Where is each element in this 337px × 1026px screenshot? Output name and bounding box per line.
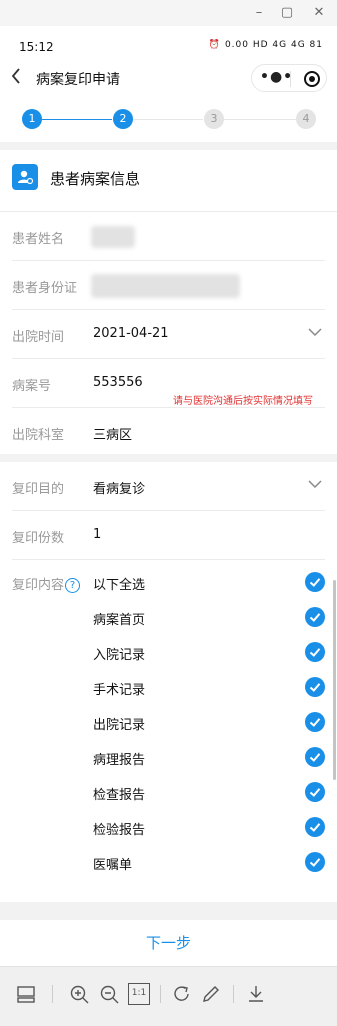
step-2: 2 [113,109,133,129]
copy-purpose-label: 复印目的 [12,482,65,497]
copy-purpose-value: 看病复诊 [93,482,146,497]
checkbox-checked-icon[interactable] [305,642,325,662]
checkbox-checked-icon[interactable] [305,677,325,697]
patient-id-label: 患者身份证 [12,281,78,296]
maximize-icon[interactable]: ▢ [278,4,296,22]
copy-item-label: 医嘱单 [93,858,133,873]
checkbox-checked-icon[interactable] [305,852,325,872]
select-all-label: 以下全选 [93,578,146,593]
copy-item-label: 出院记录 [93,718,146,733]
copy-count-row[interactable]: 复印份数 1 [0,511,337,560]
copy-item-row[interactable]: 检验报告 [0,811,337,846]
checkbox-checked-icon[interactable] [305,572,325,592]
patient-card-icon [12,164,38,190]
copy-item-row[interactable]: 手术记录 [0,671,337,706]
copy-item-label: 手术记录 [93,683,146,698]
chevron-down-icon[interactable] [307,476,323,492]
checkbox-checked-icon[interactable] [305,782,325,802]
copy-item-row[interactable]: 入院记录 [0,636,337,671]
zoom-out-icon[interactable] [98,983,120,1005]
chevron-left-icon[interactable] [10,67,22,90]
minimize-icon[interactable]: – [250,4,268,22]
actual-size-icon[interactable]: 1:1 [128,983,150,1005]
step-4: 4 [296,109,316,129]
copy-item-row[interactable]: 出院记录 [0,706,337,741]
copy-item-label: 检查报告 [93,788,146,803]
patient-id-row: 患者身份证 [0,261,337,310]
next-step-button[interactable]: 下一步 [0,920,337,966]
copy-count-value[interactable]: 1 [93,527,101,542]
page-title: 病案复印申请 [36,72,120,88]
copy-item-label: 病理报告 [93,753,146,768]
close-window-icon[interactable]: ✕ [310,4,328,22]
edit-pen-icon[interactable] [200,983,222,1005]
more-dots-icon[interactable]: •●• [260,69,293,85]
mini-program-capsule: •●• [251,64,327,92]
copy-item-row[interactable]: 医嘱单 [0,846,337,881]
discharge-time-row[interactable]: 出院时间 2021-04-21 [0,310,337,359]
toolbar-divider [233,985,234,1003]
step-line-3 [224,119,296,120]
patient-name-row: 患者姓名 [0,212,337,261]
copy-item-row[interactable]: 病理报告 [0,741,337,776]
toolbar-divider [160,985,161,1003]
checkbox-checked-icon[interactable] [305,712,325,732]
status-bar: 15:12 ⏰ 0.00 HD 4G 4G 81 [0,26,337,60]
step-line-2 [133,119,203,120]
copy-item-row[interactable]: 病案首页 [0,601,337,636]
department-value: 三病区 [93,428,133,443]
status-time: 15:12 [19,40,54,54]
progress-stepper: 1 2 3 4 [0,96,337,142]
copy-item-label: 检验报告 [93,823,146,838]
discharge-time-label: 出院时间 [12,330,65,345]
checkbox-checked-icon[interactable] [305,747,325,767]
rotate-icon[interactable] [171,983,193,1005]
scrollbar[interactable] [333,580,336,780]
copy-purpose-row[interactable]: 复印目的 看病复诊 [0,462,337,511]
record-number-note: 请与医院沟通后按实际情况填写 [173,396,313,407]
row-divider [12,559,325,560]
patient-info-card: 患者病案信息 患者姓名 患者身份证 出院时间 2021-04-21 病案号 55… [0,150,337,454]
record-number-value: 553556 [93,375,143,390]
checkbox-checked-icon[interactable] [305,607,325,627]
layout-icon[interactable] [15,983,37,1005]
patient-id-blurred [91,274,240,298]
step-line-1 [42,119,112,120]
copy-request-card: 复印目的 看病复诊 复印份数 1 复印内容? 以下全选 病案首页 入院记录 手术记录出… [0,462,337,902]
step-3: 3 [204,109,224,129]
zoom-in-icon[interactable] [68,983,90,1005]
toolbar-divider [52,985,53,1003]
bottom-toolbar: 1:1 [0,966,337,1026]
patient-name-blurred [91,226,135,248]
target-circle-icon[interactable] [304,71,320,87]
step-1: 1 [22,109,42,129]
department-row: 出院科室 三病区 [0,408,337,457]
checkbox-checked-icon[interactable] [305,817,325,837]
copy-count-label: 复印份数 [12,531,65,546]
discharge-time-value: 2021-04-21 [93,326,169,341]
record-number-label: 病案号 [12,379,52,394]
department-label: 出院科室 [12,428,65,443]
copy-item-row[interactable]: 检查报告 [0,776,337,811]
card-title: 患者病案信息 [50,170,141,188]
screen: – ▢ ✕ 15:12 ⏰ 0.00 HD 4G 4G 81 病案复印申请 •●… [0,0,337,1026]
download-icon[interactable] [245,983,267,1005]
chevron-down-icon[interactable] [307,324,323,340]
window-titlebar: – ▢ ✕ [0,0,337,26]
status-indicators: ⏰ 0.00 HD 4G 4G 81 [208,40,323,50]
patient-name-label: 患者姓名 [12,232,65,247]
select-all-row[interactable]: 以下全选 [0,566,337,601]
nav-bar: 病案复印申请 •●• [0,60,337,96]
capsule-divider [290,71,291,87]
copy-item-label: 病案首页 [93,613,146,628]
copy-item-label: 入院记录 [93,648,146,663]
